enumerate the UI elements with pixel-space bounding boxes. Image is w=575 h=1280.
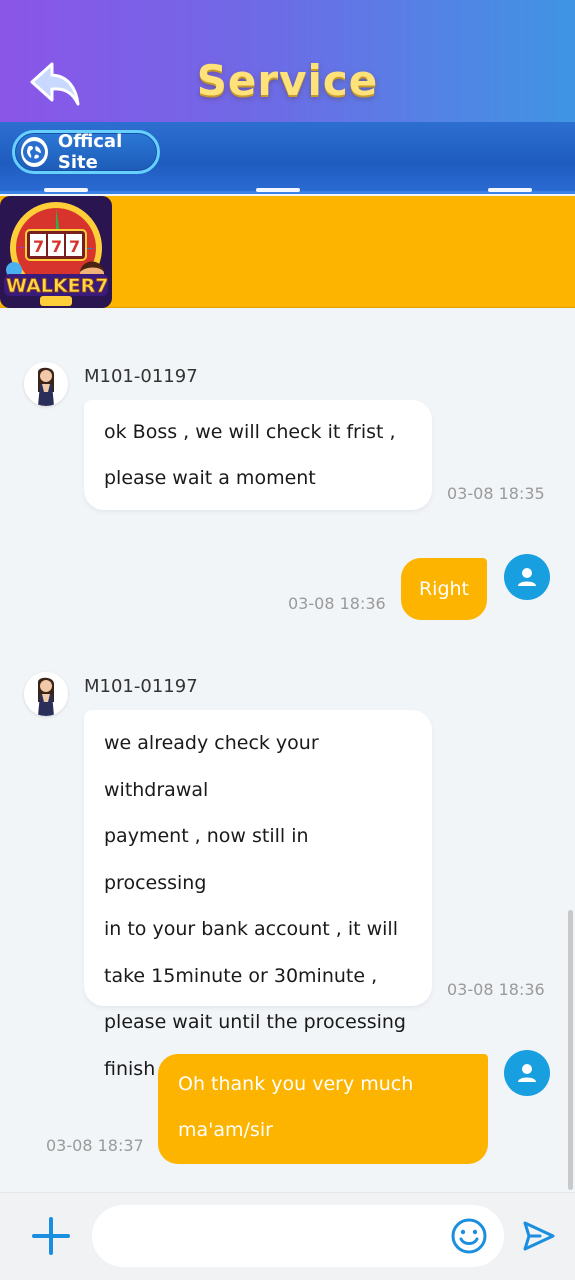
message-text: ma'am/sir xyxy=(178,1119,273,1141)
message-text: we already check your withdrawal xyxy=(104,732,319,801)
message-text: in to your bank account , it will xyxy=(104,918,398,940)
globe-icon xyxy=(21,137,48,167)
message-text: ok Boss , we will check it frist , xyxy=(104,421,396,443)
incoming-message: ok Boss , we will check it frist , pleas… xyxy=(84,400,432,510)
message-text: Right xyxy=(418,578,470,600)
send-icon[interactable] xyxy=(520,1217,558,1255)
message-time: 03-08 18:36 xyxy=(288,594,386,613)
divider xyxy=(44,188,88,192)
message-text: Oh thank you very much xyxy=(178,1073,414,1095)
emoji-icon[interactable] xyxy=(450,1217,488,1255)
app-header: Service xyxy=(0,0,575,122)
svg-text:7: 7 xyxy=(69,237,80,256)
message-text: payment , now still in processing xyxy=(104,825,309,894)
chat-area: M101-01197 ok Boss , we will check it fr… xyxy=(0,308,575,1192)
svg-text:7: 7 xyxy=(33,237,44,256)
divider xyxy=(256,188,300,192)
message-time: 03-08 18:35 xyxy=(447,484,545,503)
message-text: please wait a moment xyxy=(104,467,316,489)
outgoing-message: Oh thank you very much ma'am/sir xyxy=(158,1054,488,1164)
scrollbar[interactable] xyxy=(568,910,573,1190)
message-time: 03-08 18:37 xyxy=(46,1136,144,1155)
message-composer xyxy=(0,1192,575,1280)
outgoing-message: Right xyxy=(401,558,487,620)
walker7-logo[interactable]: 7 7 7 WALKER7 xyxy=(0,196,112,308)
sub-toolbar: Offical Site xyxy=(0,122,575,194)
message-text: take 15minute or 30minute , xyxy=(104,964,378,987)
user-avatar-icon xyxy=(504,554,550,600)
agent-avatar xyxy=(24,362,68,406)
page-title: Service xyxy=(196,56,379,105)
divider xyxy=(488,188,532,192)
agent-avatar xyxy=(24,672,68,716)
message-time: 03-08 18:36 xyxy=(447,980,545,999)
sender-name: M101-01197 xyxy=(84,366,198,387)
message-text: please wait until the processing xyxy=(104,1011,406,1033)
svg-text:7: 7 xyxy=(51,237,62,256)
game-banner: 7 7 7 WALKER7 xyxy=(0,196,575,308)
official-site-button[interactable]: Offical Site xyxy=(12,130,160,174)
sender-name: M101-01197 xyxy=(84,676,198,697)
official-site-label: Offical Site xyxy=(57,131,123,173)
svg-text:WALKER7: WALKER7 xyxy=(6,275,108,297)
user-avatar-icon xyxy=(504,1050,550,1096)
incoming-message: we already check your withdrawal payment… xyxy=(84,710,432,1080)
message-input[interactable] xyxy=(92,1205,504,1267)
plus-icon[interactable] xyxy=(30,1215,72,1257)
